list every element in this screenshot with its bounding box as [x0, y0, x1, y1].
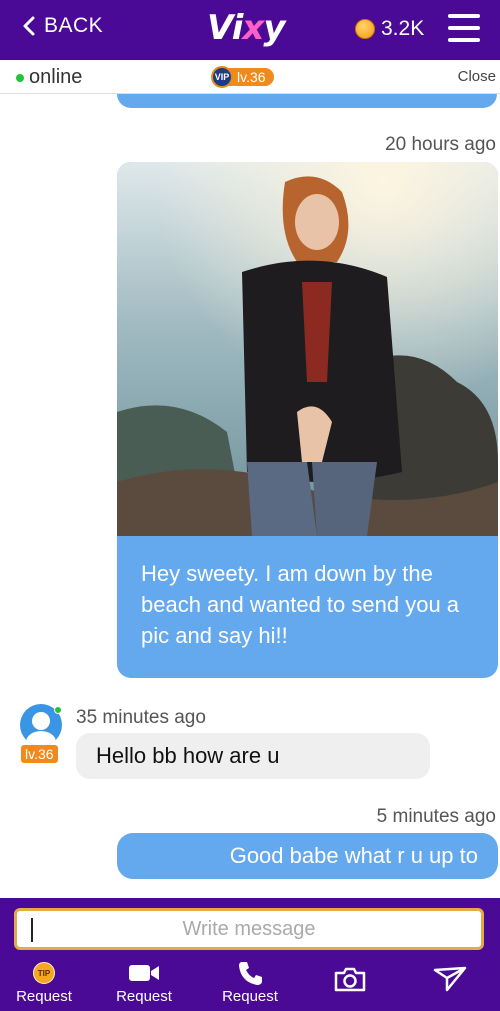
message-input-wrapper: [14, 908, 484, 950]
tip-request-button[interactable]: TIP Request: [14, 960, 74, 1005]
status-bar: online VIP lv.36 Close: [0, 60, 500, 94]
vip-icon: VIP: [211, 66, 233, 88]
online-dot-icon: [54, 706, 62, 714]
app-header: BACK Vixy 3.2K: [0, 0, 500, 60]
beach-photo[interactable]: [117, 162, 498, 536]
message-text: Hey sweety. I am down by the beach and w…: [141, 561, 460, 648]
incoming-message[interactable]: Hello bb how are u: [76, 733, 430, 779]
online-dot-icon: [16, 73, 24, 82]
video-request-button[interactable]: Request: [113, 960, 175, 1005]
menu-icon[interactable]: [448, 14, 480, 42]
camera-button[interactable]: [332, 966, 368, 992]
sender-level-badge: lv.36: [21, 745, 58, 763]
app-logo: Vixy: [207, 8, 285, 48]
send-icon: [433, 966, 467, 992]
outgoing-message[interactable]: Good babe what r u up to: [117, 833, 498, 879]
vip-level-badge: VIP lv.36: [211, 66, 274, 88]
tip-icon: TIP: [33, 962, 55, 984]
online-label: online: [29, 66, 83, 88]
call-request-button[interactable]: Request: [219, 960, 281, 1005]
message-timestamp: 20 hours ago: [385, 134, 496, 155]
coin-balance[interactable]: 3.2K: [355, 17, 424, 41]
action-label: Request: [16, 988, 72, 1005]
video-camera-icon: [129, 965, 159, 981]
phone-icon: [239, 962, 262, 985]
message-timestamp: 35 minutes ago: [76, 707, 206, 728]
camera-icon: [334, 967, 366, 992]
back-button[interactable]: BACK: [22, 14, 103, 38]
online-status: online: [16, 66, 82, 89]
message-input[interactable]: [17, 911, 481, 947]
action-label: Request: [222, 988, 278, 1005]
coin-count: 3.2K: [381, 17, 425, 40]
outgoing-photo-message[interactable]: Hey sweety. I am down by the beach and w…: [117, 162, 498, 678]
text-cursor: [31, 918, 33, 942]
composer-bar: TIP Request Request Request: [0, 898, 500, 1011]
send-button[interactable]: [432, 966, 468, 992]
back-label: BACK: [44, 14, 104, 37]
action-label: Request: [116, 988, 172, 1005]
coin-icon: [355, 19, 375, 39]
chevron-left-icon: [23, 16, 35, 36]
close-button[interactable]: Close: [458, 68, 496, 85]
message-timestamp: 5 minutes ago: [376, 806, 496, 827]
